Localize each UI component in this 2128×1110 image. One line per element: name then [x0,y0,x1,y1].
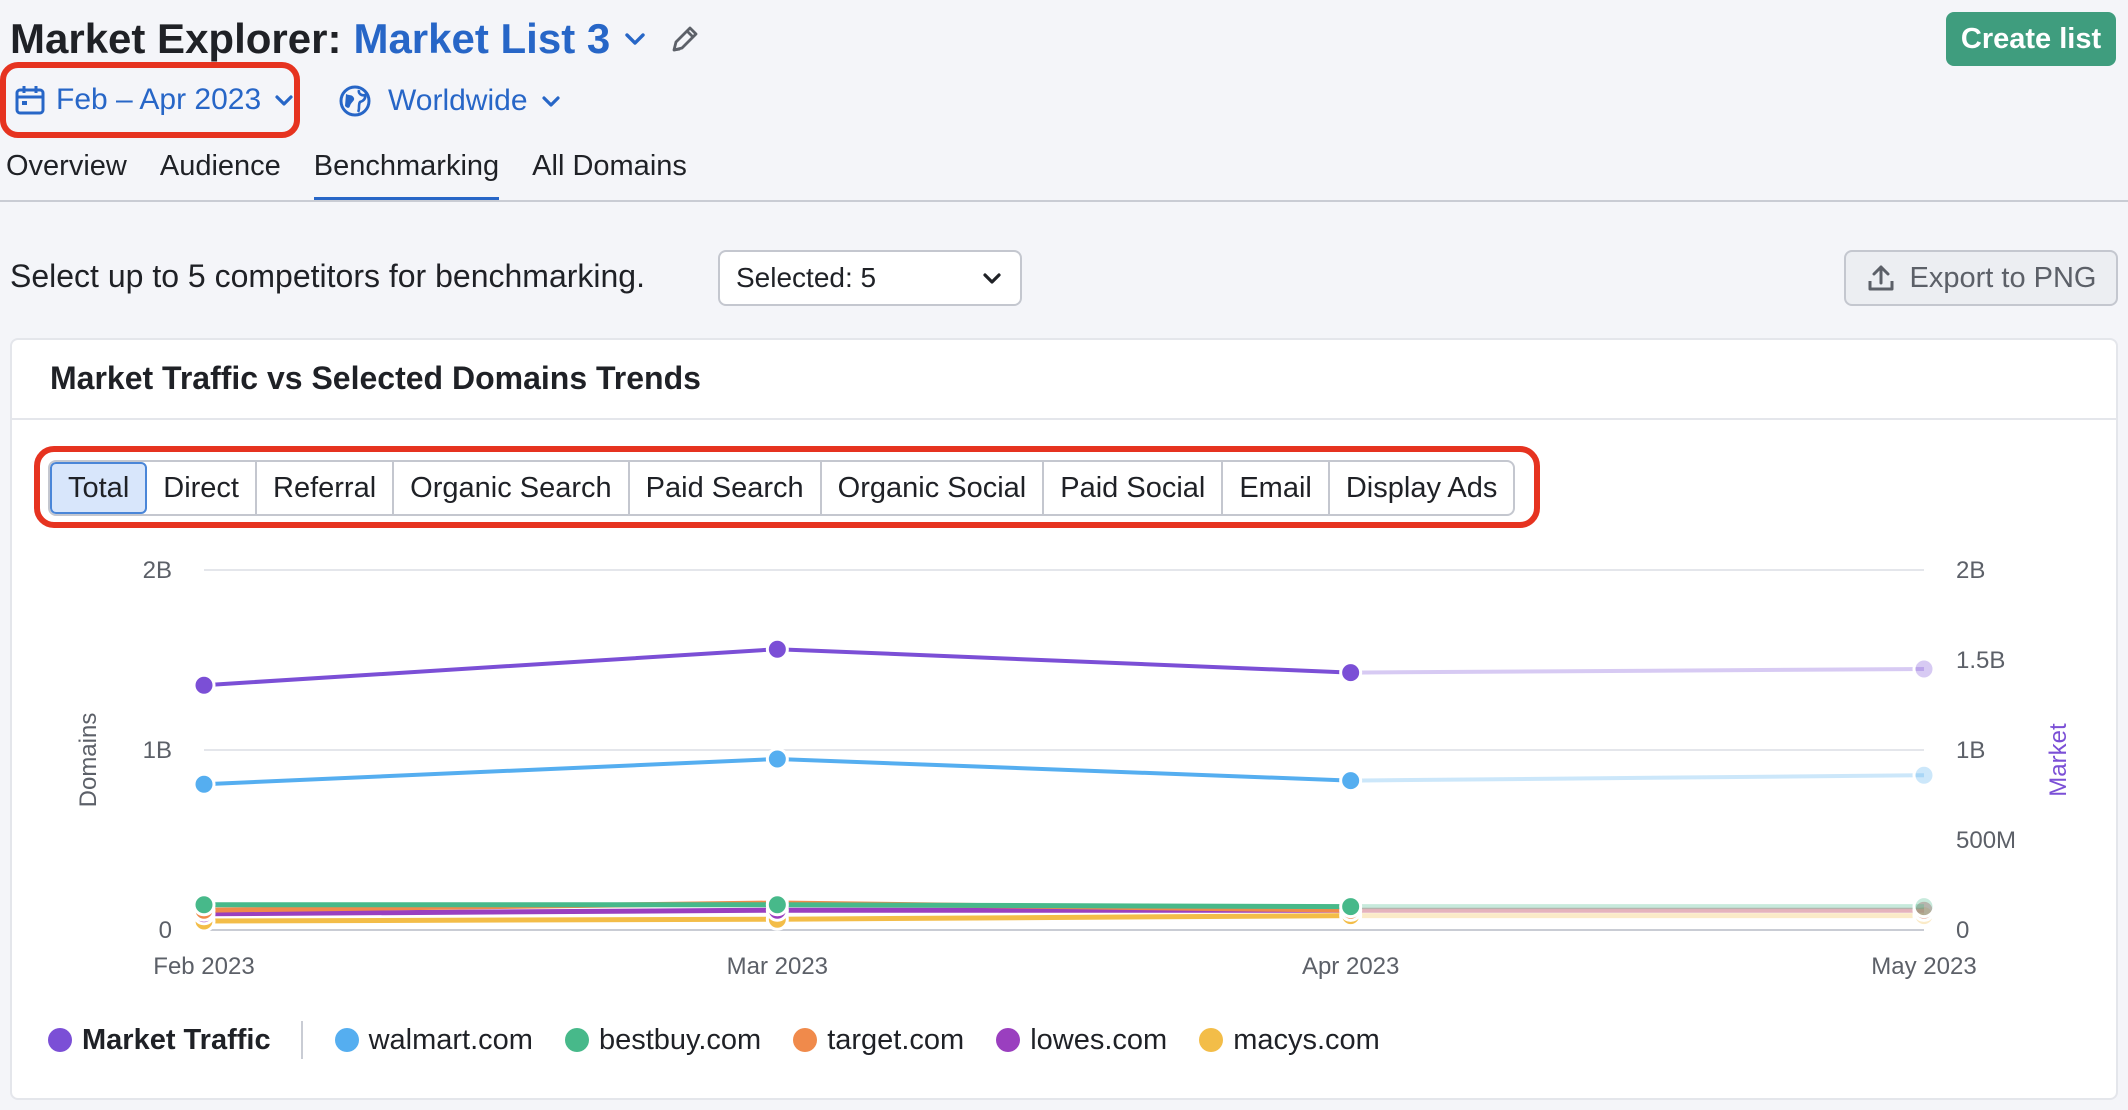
data-point [1339,661,1363,685]
legend-label: lowes.com [1030,1023,1168,1056]
x-tick-label: Apr 2023 [1302,953,1399,980]
data-point [765,747,789,771]
trends-chart: 0 500M 1B 1.5B 2B 0 1B 2B Domains Market Feb 2023 M… [75,557,2072,980]
legend-item-lowes[interactable]: lowes.com [996,1024,1167,1057]
legend-item-target[interactable]: target.com [793,1024,964,1057]
legend-dot [1199,1028,1224,1052]
x-tick-label: May 2023 [1871,953,1976,980]
data-point [1339,769,1363,793]
legend-label: Market Traffic [82,1023,271,1056]
data-point [1912,895,1936,919]
series-line-projected [1350,667,1925,675]
y-right-tick-label: 2B [1956,557,1985,584]
legend-label: bestbuy.com [598,1023,762,1056]
x-tick-label: Mar 2023 [727,953,828,980]
legend-dot [996,1028,1021,1052]
y-left-tick-label: 0 [159,917,172,944]
y-right-tick-label: 1.5B [1956,647,2005,674]
legend-item-macys[interactable]: macys.com [1199,1024,1380,1057]
legend-separator [300,1021,303,1059]
data-point [1912,657,1936,681]
legend-item-walmart[interactable]: walmart.com [334,1023,533,1057]
y-right-tick-label: 0 [1956,917,1969,944]
y-left-axis-title: Domains [75,713,102,808]
data-point [765,893,789,917]
legend-label: macys.com [1233,1023,1380,1056]
data-point [192,673,216,697]
legend-item-bestbuy[interactable]: bestbuy.com [564,1023,762,1057]
legend-label: target.com [827,1023,965,1056]
series-line-projected [1350,773,1925,783]
y-left-tick-label: 1B [143,737,172,764]
data-point [1912,763,1936,787]
chart-legend: Market Traffic walmart.com bestbuy.com t… [48,1020,1412,1060]
legend-dot [564,1028,589,1052]
data-point [1339,895,1363,919]
legend-label: walmart.com [368,1023,533,1056]
legend-dot [334,1028,359,1052]
y-right-tick-label: 1B [1956,737,1985,764]
y-right-axis-title: Market [2045,723,2072,797]
data-point [765,637,789,661]
x-tick-label: Feb 2023 [153,953,254,980]
y-right-tick-label: 500M [1956,827,2016,854]
legend-dot [48,1028,72,1052]
data-point [192,893,216,917]
legend-dot [793,1028,818,1052]
data-point [192,772,216,796]
legend-item-market-traffic[interactable]: Market Traffic [48,1024,271,1057]
y-left-tick-label: 2B [143,557,172,584]
